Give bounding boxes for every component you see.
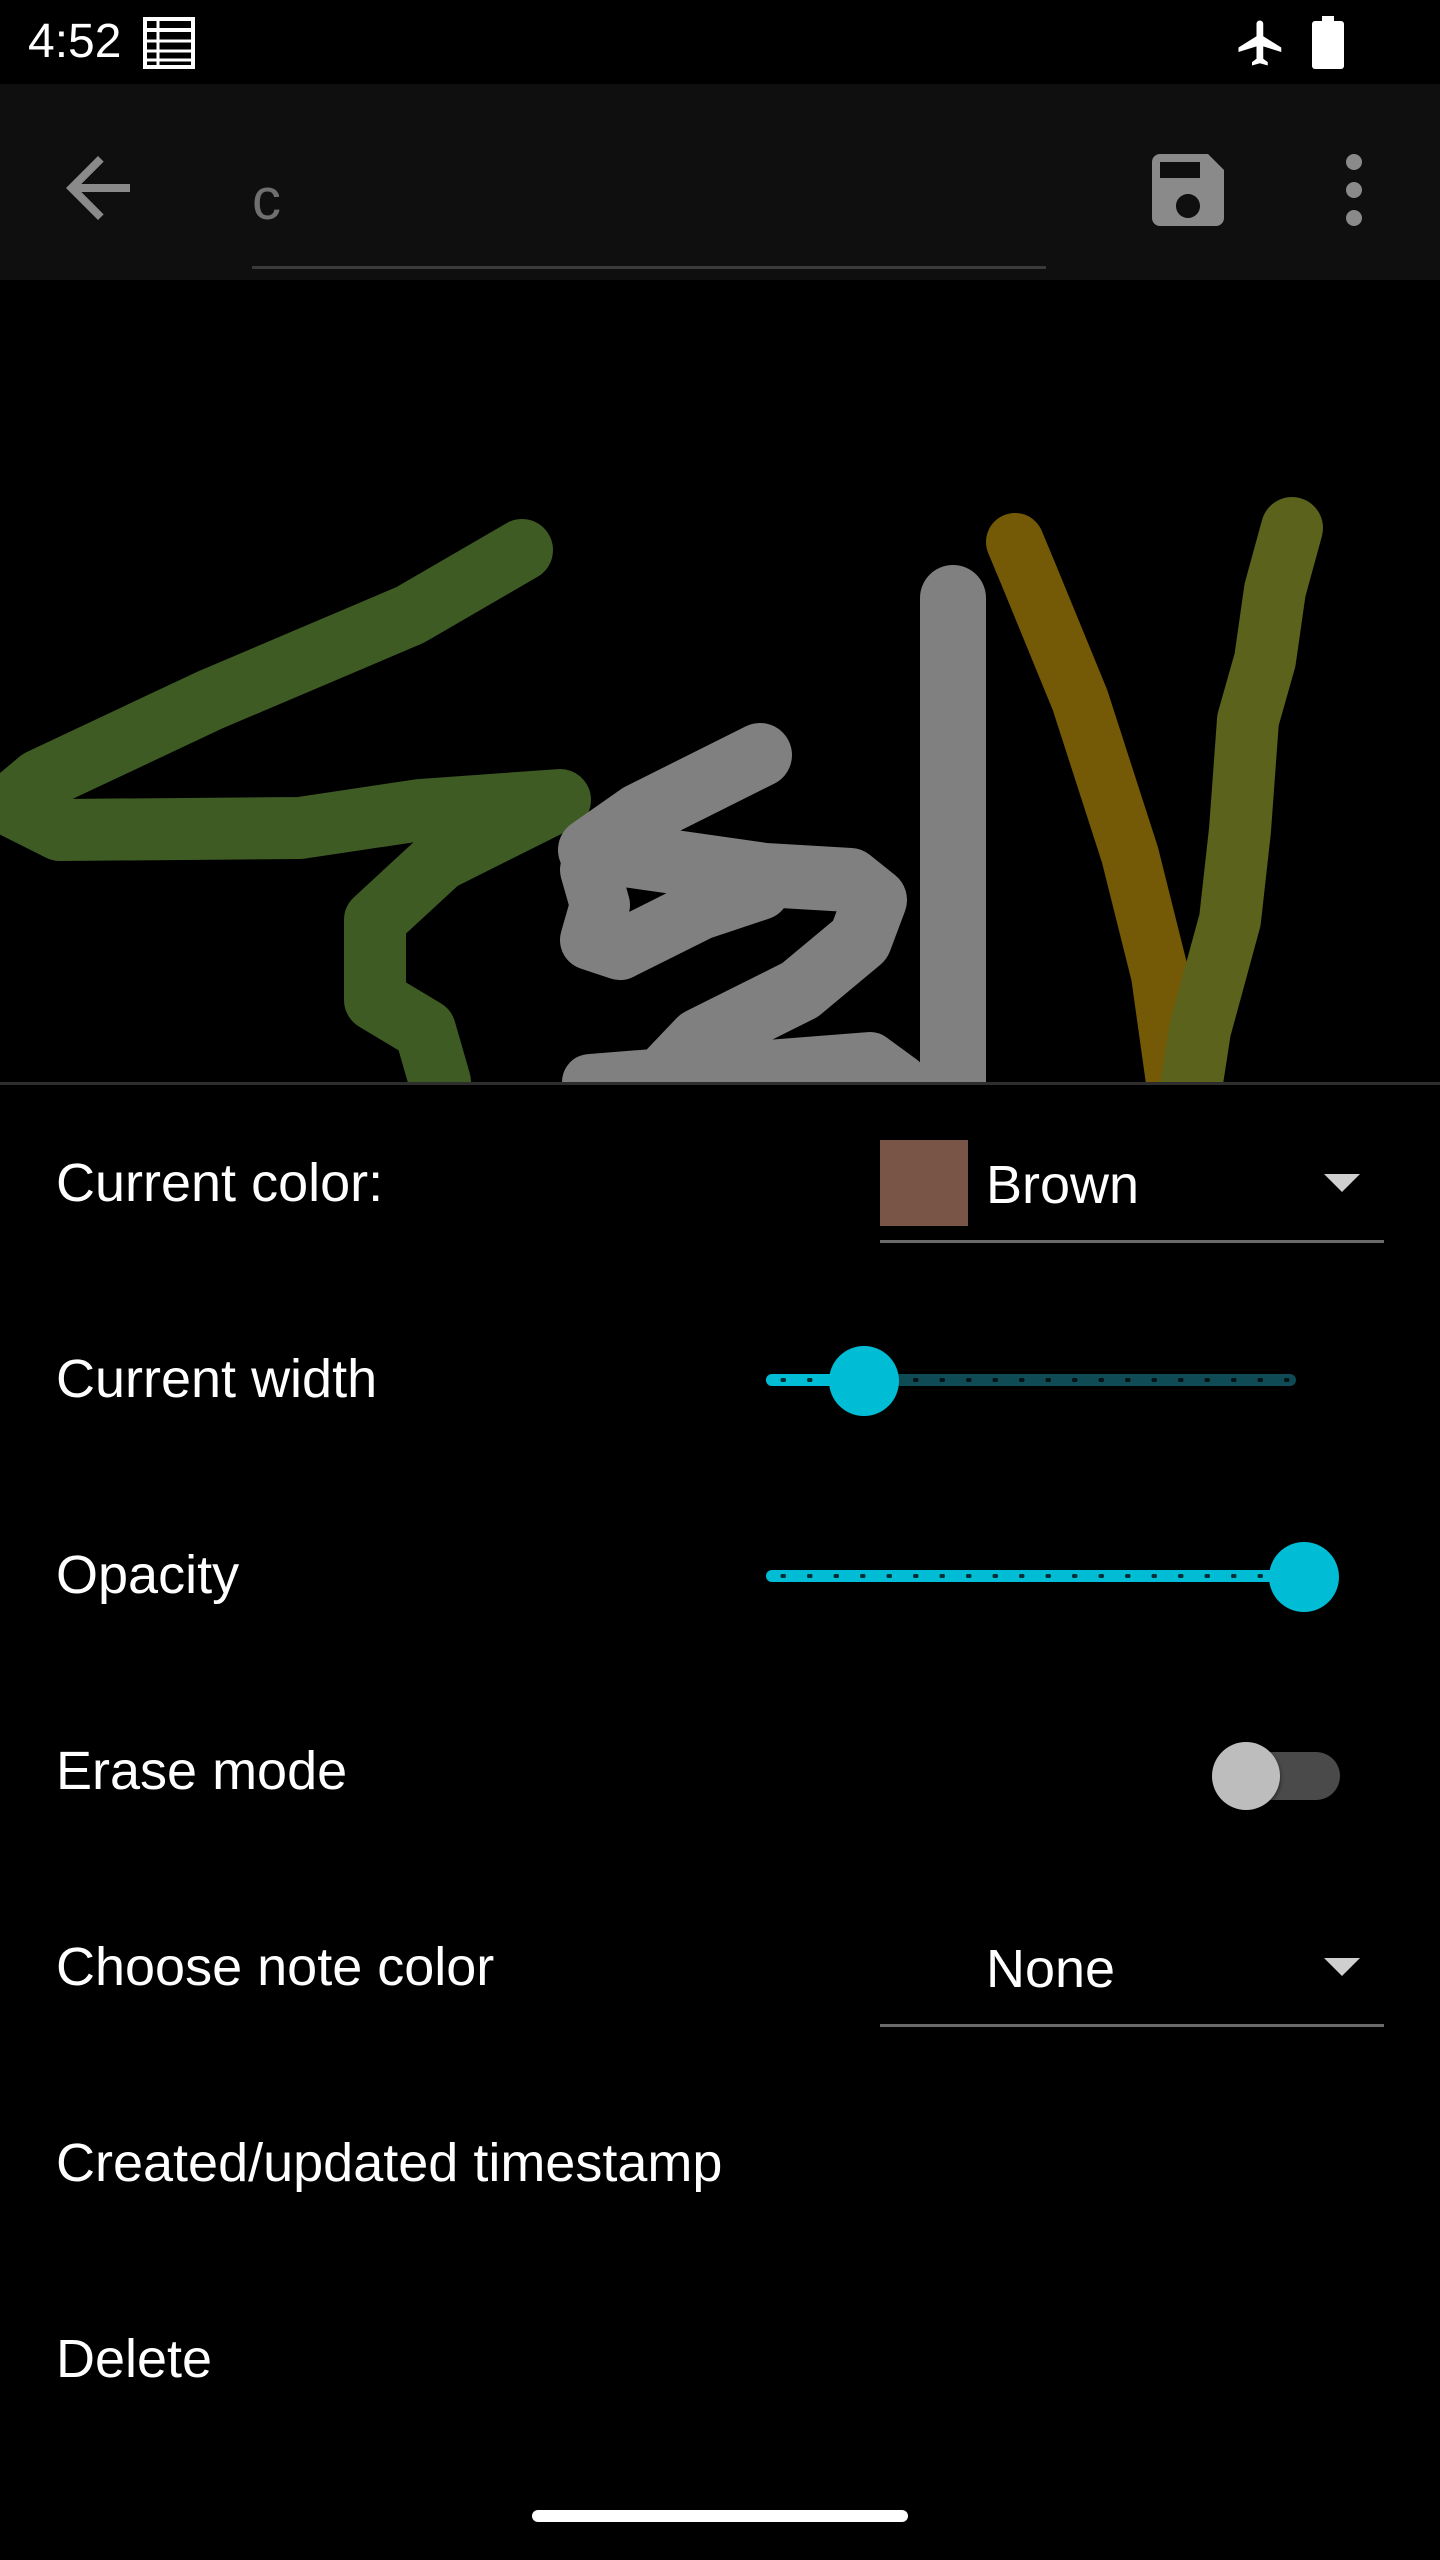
current-color-dropdown[interactable]: Brown [880, 1130, 1384, 1243]
airplane-mode-icon [1234, 16, 1288, 75]
dropdown-arrow-icon [1324, 1958, 1360, 1976]
delete-item[interactable]: Delete [56, 2328, 212, 2390]
save-floppy-icon [1140, 154, 1236, 242]
gesture-nav-handle[interactable] [532, 2510, 908, 2522]
slider-tick-marks [766, 1574, 1296, 1578]
status-time: 4:52 [28, 15, 122, 68]
back-arrow-icon [50, 156, 146, 240]
canvas-stroke-green [0, 519, 591, 1082]
slider-thumb[interactable] [828, 1346, 899, 1416]
current-width-label: Current width [56, 1349, 378, 1409]
battery-full-icon [1310, 16, 1346, 75]
canvas-stroke-brown [986, 513, 1204, 1082]
dropdown-arrow-icon [1324, 1174, 1360, 1192]
back-button[interactable] [50, 140, 146, 236]
current-color-value: Brown [986, 1155, 1140, 1215]
drawing-canvas[interactable] [0, 280, 1440, 1082]
more-vert-icon [1306, 154, 1402, 242]
more-options-button[interactable] [1306, 142, 1402, 238]
color-swatch [880, 1140, 968, 1226]
opacity-label: Opacity [56, 1545, 240, 1605]
canvas-stroke-gray-base [562, 1032, 928, 1082]
slider-thumb[interactable] [1269, 1542, 1339, 1612]
switch-thumb [1212, 1742, 1280, 1810]
notes-icon [142, 16, 196, 75]
note-color-value: None [986, 1939, 1116, 1999]
opacity-slider[interactable] [766, 1536, 1339, 1616]
erase-mode-switch[interactable] [1212, 1742, 1342, 1810]
note-color-label: Choose note color [56, 1937, 495, 1997]
canvas-stroke-olive [1161, 497, 1323, 1082]
current-color-label: Current color: [56, 1153, 384, 1213]
app-bar [0, 84, 1440, 280]
erase-mode-label: Erase mode [56, 1741, 348, 1801]
timestamp-item[interactable]: Created/updated timestamp [56, 2132, 722, 2194]
canvas-divider [0, 1082, 1440, 1085]
title-field[interactable] [252, 144, 1046, 269]
current-width-slider[interactable] [766, 1340, 1326, 1420]
save-button[interactable] [1140, 142, 1236, 238]
status-bar: 4:52 [0, 0, 1440, 84]
note-color-dropdown[interactable]: None [880, 1914, 1384, 2027]
title-input[interactable] [252, 144, 1046, 254]
